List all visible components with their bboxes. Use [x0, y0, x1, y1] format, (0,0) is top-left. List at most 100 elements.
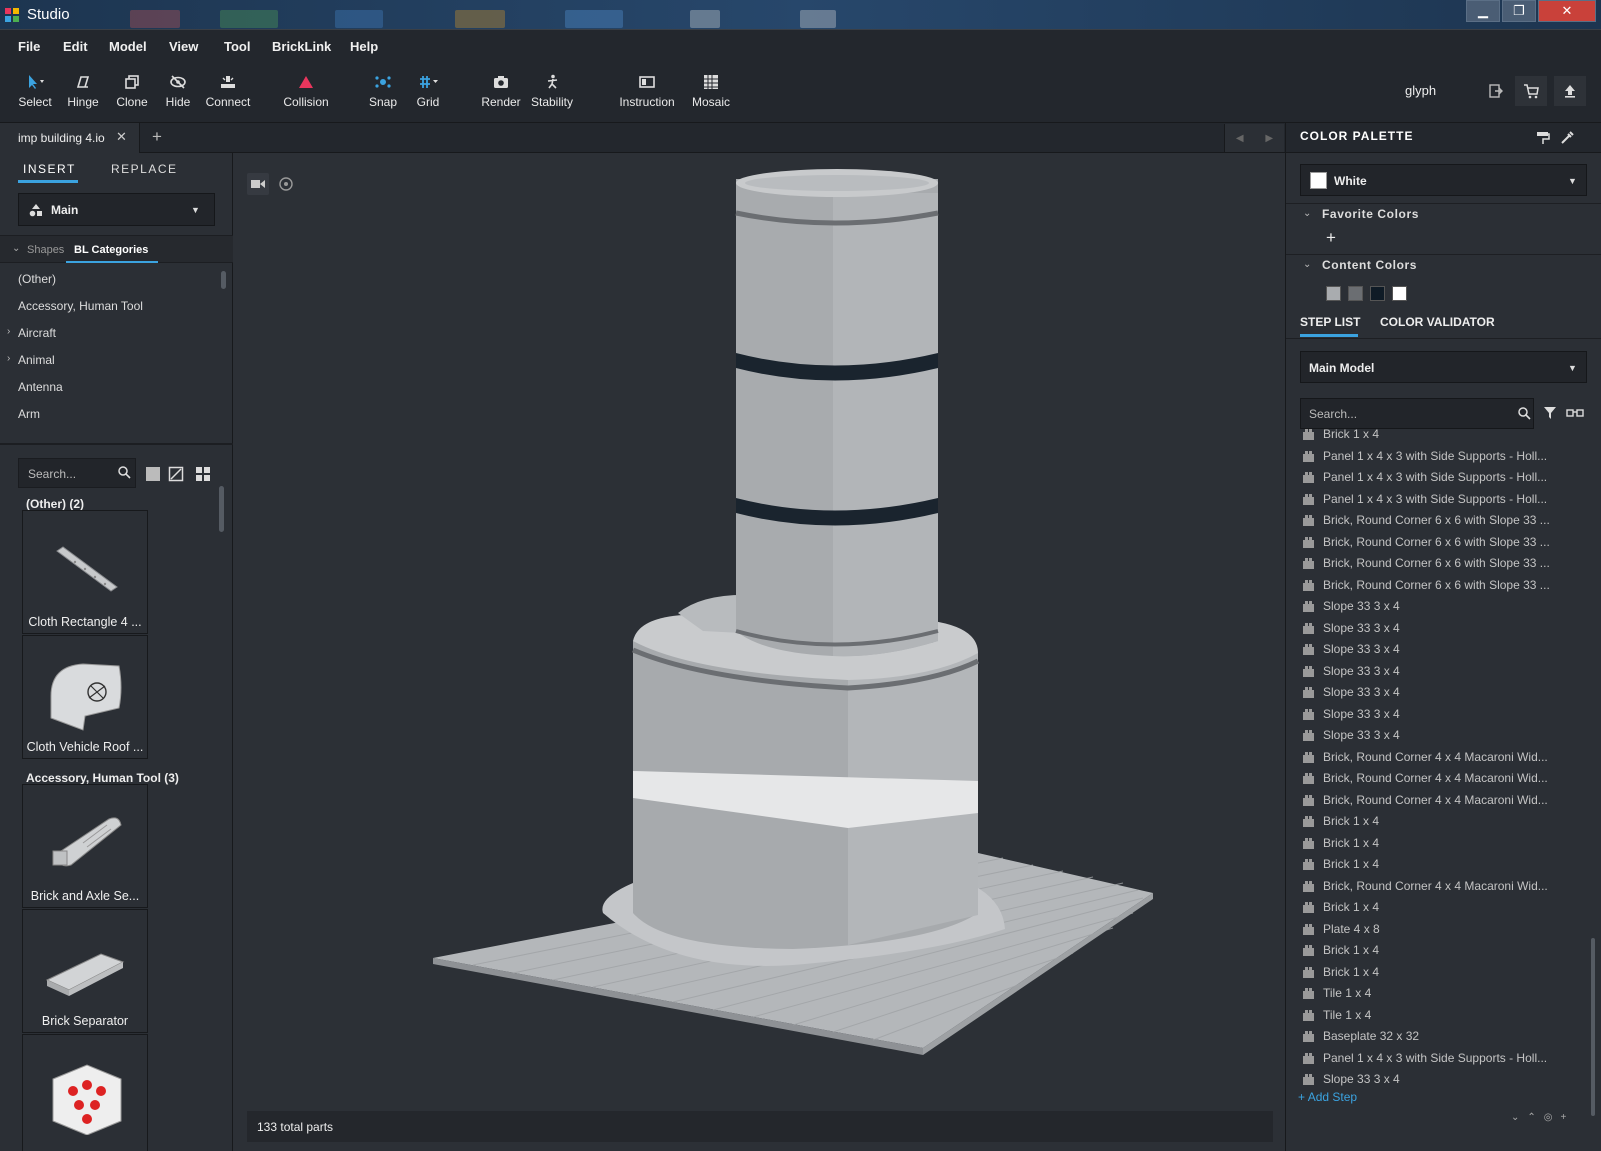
menu-file[interactable]: File [18, 39, 40, 54]
menu-tool[interactable]: Tool [224, 39, 250, 54]
part-card[interactable]: Cloth Vehicle Roof ... [22, 635, 148, 759]
tab-next-icon[interactable]: ▶ [1265, 133, 1273, 144]
tab-prev-icon[interactable]: ◀ [1236, 133, 1244, 144]
hide-tool-button[interactable]: Hide [161, 61, 195, 121]
step-list-item[interactable]: Tile 1 x 4 [1286, 983, 1586, 1004]
model-dropdown[interactable]: Main ▼ [18, 193, 215, 226]
step-list-item[interactable]: Brick, Round Corner 4 x 4 Macaroni Wid..… [1286, 790, 1586, 811]
add-icon[interactable]: + [1561, 1112, 1575, 1123]
color-dropdown[interactable]: White ▼ [1300, 164, 1587, 196]
filter-icon[interactable] [1543, 406, 1557, 420]
search-icon[interactable] [118, 466, 131, 479]
part-card[interactable]: Brick Separator [22, 909, 148, 1033]
category-item[interactable]: Antenna [18, 380, 63, 394]
add-tab-button[interactable]: + [152, 127, 162, 147]
glasses-icon[interactable] [1566, 407, 1584, 419]
collapse-chevron-icon[interactable]: ⌄ [1303, 208, 1311, 219]
grid-tool-button[interactable]: Grid [411, 61, 445, 121]
step-list-item[interactable]: Brick 1 x 4 [1286, 897, 1586, 918]
upload-button[interactable] [1554, 76, 1586, 106]
tab-step-list[interactable]: STEP LIST [1300, 315, 1360, 329]
content-color-swatch[interactable] [1348, 286, 1363, 301]
step-list-item[interactable]: Slope 33 3 x 4 [1286, 596, 1586, 617]
eyedropper-icon[interactable] [1560, 131, 1574, 145]
tab-color-validator[interactable]: COLOR VALIDATOR [1380, 315, 1495, 329]
part-card[interactable]: Brick and Axle Se... [22, 784, 148, 908]
parts-search-input[interactable]: Search... [18, 458, 136, 488]
step-list-item[interactable]: Baseplate 32 x 32 [1286, 1026, 1586, 1047]
step-list-item[interactable]: Slope 33 3 x 4 [1286, 1069, 1586, 1090]
collision-tool-button[interactable]: Collision [280, 61, 332, 121]
collapse-chevron-icon[interactable]: ⌄ [1303, 259, 1311, 270]
search-icon[interactable] [1518, 407, 1531, 420]
file-tab[interactable]: imp building 4.io ✕ [0, 123, 140, 153]
add-step-button[interactable]: + Add Step [1298, 1090, 1357, 1104]
hinge-tool-button[interactable]: Hinge [64, 61, 102, 121]
step-list-item[interactable]: Slope 33 3 x 4 [1286, 618, 1586, 639]
step-list-item[interactable]: Tile 1 x 4 [1286, 1005, 1586, 1026]
step-list-item[interactable]: Brick, Round Corner 6 x 6 with Slope 33 … [1286, 510, 1586, 531]
step-list-item[interactable]: Brick 1 x 4 [1286, 833, 1586, 854]
part-card[interactable]: Cloth Rectangle 4 ... [22, 510, 148, 634]
grid-view-icon[interactable] [195, 466, 211, 482]
snap-tool-button[interactable]: Snap [366, 61, 400, 121]
render-tool-button[interactable]: Render [480, 61, 522, 121]
logout-button[interactable] [1480, 76, 1512, 106]
step-list-item[interactable]: Brick, Round Corner 6 x 6 with Slope 33 … [1286, 532, 1586, 553]
category-item[interactable]: Arm [18, 407, 40, 421]
step-search-input[interactable]: Search... [1300, 398, 1534, 429]
step-list-item[interactable]: Brick, Round Corner 6 x 6 with Slope 33 … [1286, 553, 1586, 574]
step-list-item[interactable]: Plate 4 x 8 [1286, 919, 1586, 940]
clone-tool-button[interactable]: Clone [113, 61, 151, 121]
close-window-button[interactable]: ✕ [1538, 0, 1596, 22]
category-item[interactable]: Animal [18, 353, 55, 367]
visibility-icon[interactable]: ◎ [1544, 1112, 1561, 1123]
add-favorite-color-button[interactable]: + [1326, 228, 1336, 248]
part-card[interactable] [22, 1034, 148, 1151]
step-list-item[interactable]: Brick 1 x 4 [1286, 428, 1586, 445]
expand-all-icon[interactable]: ⌃ [1527, 1112, 1543, 1123]
step-list-item[interactable]: Brick 1 x 4 [1286, 811, 1586, 832]
step-list-item[interactable]: Brick, Round Corner 6 x 6 with Slope 33 … [1286, 575, 1586, 596]
stability-tool-button[interactable]: Stability [528, 61, 576, 121]
close-tab-icon[interactable]: ✕ [116, 129, 127, 145]
mosaic-tool-button[interactable]: Mosaic [689, 61, 733, 121]
color-square-icon[interactable] [145, 466, 161, 482]
minimize-button[interactable]: ▁ [1466, 0, 1500, 22]
content-color-swatch[interactable] [1326, 286, 1341, 301]
step-list-item[interactable]: Brick 1 x 4 [1286, 940, 1586, 961]
step-list-item[interactable]: Slope 33 3 x 4 [1286, 639, 1586, 660]
step-model-dropdown[interactable]: Main Model ▼ [1300, 351, 1587, 383]
parts-scrollbar[interactable] [219, 486, 224, 532]
collapse-chevron-icon[interactable]: ⌄ [12, 243, 20, 254]
step-list-item[interactable]: Brick, Round Corner 4 x 4 Macaroni Wid..… [1286, 768, 1586, 789]
tab-insert[interactable]: INSERT [23, 162, 76, 176]
tab-replace[interactable]: REPLACE [111, 162, 178, 176]
category-item[interactable]: Accessory, Human Tool [18, 299, 143, 313]
cart-button[interactable] [1515, 76, 1547, 106]
category-scrollbar[interactable] [221, 271, 226, 289]
step-list-item[interactable]: Brick 1 x 4 [1286, 962, 1586, 983]
step-list-item[interactable]: Panel 1 x 4 x 3 with Side Supports - Hol… [1286, 446, 1586, 467]
3d-viewport[interactable]: 133 total parts [233, 153, 1285, 1151]
connect-tool-button[interactable]: Connect [203, 61, 253, 121]
step-list-item[interactable]: Panel 1 x 4 x 3 with Side Supports - Hol… [1286, 467, 1586, 488]
step-list-item[interactable]: Brick 1 x 4 [1286, 854, 1586, 875]
tab-shapes[interactable]: Shapes [27, 244, 64, 256]
select-tool-button[interactable]: Select [16, 61, 54, 121]
instruction-tool-button[interactable]: Instruction [618, 61, 676, 121]
menu-model[interactable]: Model [109, 39, 147, 54]
no-color-icon[interactable] [168, 466, 184, 482]
maximize-button[interactable]: ❐ [1502, 0, 1536, 22]
collapse-all-icon[interactable]: ⌄ [1511, 1112, 1527, 1123]
step-list-item[interactable]: Slope 33 3 x 4 [1286, 682, 1586, 703]
tab-bl-categories[interactable]: BL Categories [74, 244, 148, 256]
menu-view[interactable]: View [169, 39, 198, 54]
content-color-swatch[interactable] [1370, 286, 1385, 301]
expand-arrow-icon[interactable]: › [7, 353, 10, 364]
category-item[interactable]: Aircraft [18, 326, 56, 340]
step-list-scrollbar[interactable] [1591, 938, 1595, 1116]
step-list-item[interactable]: Panel 1 x 4 x 3 with Side Supports - Hol… [1286, 489, 1586, 510]
category-item[interactable]: (Other) [18, 272, 56, 286]
step-list-item[interactable]: Slope 33 3 x 4 [1286, 704, 1586, 725]
